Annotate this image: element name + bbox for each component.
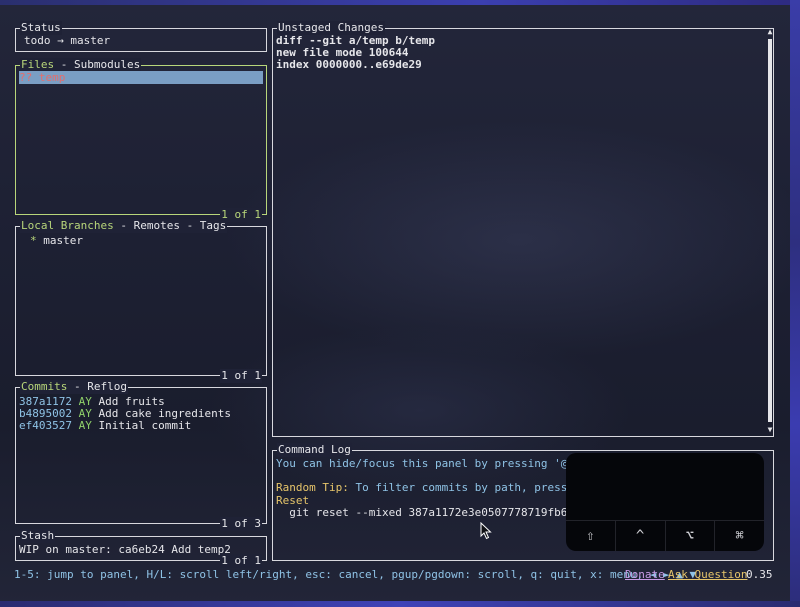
files-panel-title: Files - Submodules <box>20 58 142 72</box>
command-icon: ⌘ <box>714 521 764 551</box>
control-icon: ^ <box>614 521 665 551</box>
tab-remotes-tags[interactable]: - Remotes - Tags <box>114 219 226 232</box>
option-icon: ⌥ <box>664 521 715 551</box>
file-item[interactable]: ?? temp <box>19 71 263 84</box>
arrow-icon: → <box>57 34 64 47</box>
branches-panel-title: Local Branches - Remotes - Tags <box>20 219 228 233</box>
scroll-up-icon[interactable]: ▲ <box>766 27 774 37</box>
tip-label: Random Tip: <box>276 481 349 494</box>
commit-author: AY <box>78 419 92 432</box>
commit-message: Initial commit <box>98 419 192 432</box>
mouse-cursor-icon <box>480 521 492 543</box>
status-line: todo → master <box>24 34 263 47</box>
commits-panel-title: Commits - Reflog <box>20 380 128 394</box>
modifier-keys: ⇧ ^ ⌥ ⌘ <box>566 520 764 551</box>
file-name: temp <box>38 71 66 84</box>
scroll-thumb[interactable] <box>768 39 772 422</box>
donate-link[interactable]: Donate <box>625 568 665 582</box>
diff-scrollbar[interactable]: ▲ ▼ <box>766 27 774 435</box>
keystroke-overlay: ⇧ ^ ⌥ ⌘ <box>566 453 764 551</box>
commit-hash: ef403527 <box>19 419 72 432</box>
tab-commits[interactable]: Commits <box>21 380 67 393</box>
commit-item[interactable]: ef403527 AY Initial commit <box>19 419 263 432</box>
ask-question-link[interactable]: Ask Question <box>668 568 747 582</box>
current-branch-marker: * <box>30 234 37 247</box>
repo-name: todo <box>24 34 51 47</box>
tab-reflog[interactable]: - Reflog <box>67 380 127 393</box>
files-panel[interactable]: Files - Submodules ?? temp 1 of 1 <box>15 58 267 222</box>
scroll-down-icon[interactable]: ▼ <box>766 425 774 435</box>
tab-local-branches[interactable]: Local Branches <box>21 219 114 232</box>
stash-panel-title: Stash <box>20 529 56 543</box>
shift-icon: ⇧ <box>586 528 595 544</box>
stash-text: WIP on master: ca6eb24 Add temp2 <box>19 543 231 556</box>
branches-count: 1 of 1 <box>220 369 262 383</box>
commits-count: 1 of 3 <box>220 517 262 531</box>
branch-name: master <box>43 234 83 247</box>
diff-panel[interactable]: Unstaged Changes diff --git a/temp b/tem… <box>272 21 774 437</box>
version-label: 0.35 <box>746 568 773 581</box>
right-window-edge <box>790 0 800 607</box>
status-panel[interactable]: Status todo → master <box>15 21 267 52</box>
bottom-window-edge <box>0 601 800 607</box>
keybindings-help: 1-5: jump to panel, H/L: scroll left/rig… <box>14 568 697 581</box>
branch-item[interactable]: * master <box>30 234 263 247</box>
diff-panel-title: Unstaged Changes <box>277 21 385 35</box>
tab-submodules[interactable]: Submodules <box>74 58 140 71</box>
command-log-title: Command Log <box>277 443 352 457</box>
branches-panel[interactable]: Local Branches - Remotes - Tags * master… <box>15 219 267 383</box>
commits-panel[interactable]: Commits - Reflog 387a1172 AY Add fruits … <box>15 380 267 531</box>
tab-files[interactable]: Files <box>21 58 54 71</box>
top-window-edge <box>0 0 800 5</box>
file-status: ?? <box>19 71 33 84</box>
current-branch: master <box>70 34 111 47</box>
status-panel-title: Status <box>20 21 62 35</box>
stash-count: 1 of 1 <box>220 554 262 568</box>
stash-panel[interactable]: Stash WIP on master: ca6eb24 Add temp2 1… <box>15 529 267 568</box>
diff-line: index 0000000..e69de29 <box>276 58 422 71</box>
